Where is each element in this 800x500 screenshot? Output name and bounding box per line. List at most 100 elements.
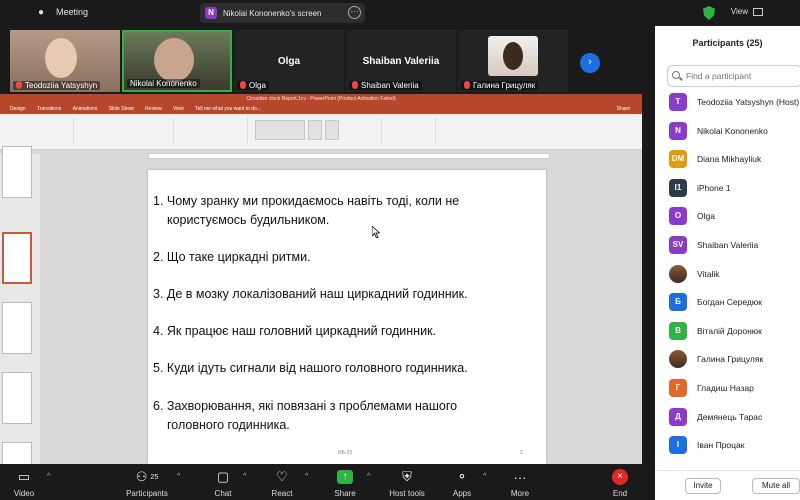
view-menu-button[interactable]: View <box>731 7 748 16</box>
more-button[interactable]: ··· More <box>505 464 535 499</box>
participant-face <box>154 38 194 82</box>
participant-name: Olga <box>697 211 715 222</box>
apps-button[interactable]: ⚬ Apps <box>447 464 477 498</box>
video-tile[interactable]: Shaiban Valeriia Shaiban Valeriia <box>346 30 456 92</box>
end-meeting-button[interactable]: × End <box>605 464 635 498</box>
ribbon-group-paragraph <box>178 118 248 144</box>
next-page-arrow-icon[interactable]: › <box>580 53 600 73</box>
host-tools-button[interactable]: ⛨ Host tools <box>384 464 430 498</box>
participant-name: iPhone 1 <box>697 182 731 193</box>
slide-thumbnail[interactable] <box>2 302 32 354</box>
participant-row[interactable]: Галина Грицуляк <box>655 346 800 374</box>
mute-all-button[interactable]: Mute all <box>752 478 800 494</box>
share-screen-button[interactable]: ↑ Share <box>330 464 360 498</box>
participant-name: Демянець Тарас <box>697 411 763 422</box>
more-label: More <box>510 489 530 498</box>
top-right-controls: View <box>655 0 800 26</box>
react-options-caret[interactable]: ^ <box>305 473 308 480</box>
invite-button[interactable]: Invite <box>685 478 721 494</box>
video-tile[interactable]: Галина Грицуляк <box>458 30 568 92</box>
ppt-tab[interactable]: Design <box>10 106 26 112</box>
mic-muted-icon <box>464 81 470 89</box>
participants-panel: Participants (25) T Teodoziia Yatsyshyn (… <box>655 26 800 500</box>
mouse-cursor-icon <box>372 226 380 238</box>
participant-row[interactable]: Vitalik <box>655 261 800 289</box>
sharer-avatar: N <box>205 7 217 19</box>
chat-button[interactable]: ▢ Chat <box>208 464 238 498</box>
tile-name: Галина Грицуляк <box>461 81 539 90</box>
slide-text-line: 1. Чому зранку ми прокидаємось навіть то… <box>153 194 460 208</box>
participant-name: Vitalik <box>697 268 720 279</box>
participant-avatar: O <box>669 207 687 226</box>
ppt-tab[interactable]: Transitions <box>37 106 61 112</box>
ppt-share-button[interactable]: Share <box>617 104 630 114</box>
ellipsis-icon: ··· <box>513 469 527 485</box>
ppt-tab[interactable]: Review <box>145 106 161 112</box>
ribbon-group-font <box>78 118 174 144</box>
quick-styles-button[interactable] <box>325 120 339 140</box>
video-tile-active-speaker[interactable]: Nikolai Kononenko <box>122 30 232 92</box>
slide-thumbnails-pane <box>0 146 40 464</box>
security-shield-icon[interactable] <box>703 6 715 20</box>
participant-name: Іван Процак <box>697 440 745 451</box>
slide-thumbnail[interactable] <box>2 146 32 198</box>
share-options-icon[interactable]: ··· <box>348 6 361 19</box>
react-button[interactable]: ♡ React <box>267 464 297 498</box>
apps-options-caret[interactable]: ^ <box>483 473 486 480</box>
search-icon <box>672 71 680 79</box>
participants-button[interactable]: ⚇ 25 Participants <box>120 464 174 498</box>
video-label: Video <box>13 489 35 498</box>
video-button[interactable]: ▭ Video <box>6 464 42 498</box>
participant-row[interactable]: І Іван Процак <box>655 432 800 460</box>
participant-avatar: SV <box>669 236 687 254</box>
participant-row[interactable]: O Olga <box>655 203 800 231</box>
participant-avatar: Г <box>669 379 687 397</box>
participant-row[interactable]: T Teodoziia Yatsyshyn (Host) <box>655 89 800 117</box>
slide-thumbnail[interactable] <box>2 442 32 464</box>
shapes-gallery[interactable] <box>255 120 305 140</box>
apps-label: Apps <box>452 489 472 498</box>
profile-photo <box>488 36 538 76</box>
participant-row[interactable]: Г Гладиш Назар <box>655 375 800 403</box>
participant-search-input[interactable] <box>667 65 800 87</box>
participant-avatar: N <box>669 121 687 140</box>
participant-name: Teodoziia Yatsyshyn (Host) <box>697 97 800 107</box>
mic-muted-icon <box>240 81 246 89</box>
ppt-tab[interactable]: Slide Show <box>109 106 134 112</box>
participant-avatar: DM <box>669 150 687 169</box>
slide-text-line: 5. Куди ідуть сигнали від нашого головно… <box>153 361 468 375</box>
participant-row[interactable]: N Nikolai Kononenko <box>655 118 800 146</box>
participant-avatar: І <box>669 436 687 455</box>
screen-share-indicator[interactable]: N Nikolai Kononenko's screen ··· <box>200 3 365 23</box>
participant-name: Diana Mikhayliuk <box>697 154 762 165</box>
participants-panel-title: Participants (25) <box>692 38 763 48</box>
share-options-caret[interactable]: ^ <box>367 473 370 480</box>
ppt-tell-me[interactable]: Tell me what you want to do... <box>195 106 261 112</box>
participant-row[interactable]: Б Богдан Середюк <box>655 289 800 317</box>
participant-row[interactable]: DM Diana Mikhayliuk <box>655 146 800 174</box>
participant-row[interactable]: SV Shaiban Valeriia <box>655 232 800 260</box>
participant-row[interactable]: Д Демянець Тарас <box>655 404 800 432</box>
video-tile[interactable]: Olga Olga <box>234 30 344 92</box>
participant-row[interactable]: В Віталій Доронюк <box>655 318 800 346</box>
slide-thumbnail[interactable] <box>2 372 32 424</box>
video-tile[interactable]: Teodoziia Yatsyshyn <box>10 30 120 92</box>
screen-share-label: Nikolai Kononenko's screen <box>223 8 322 18</box>
participants-options-caret[interactable]: ^ <box>177 473 180 480</box>
ppt-tab[interactable]: Animations <box>73 106 98 112</box>
mic-muted-icon <box>352 81 358 89</box>
view-grid-icon[interactable] <box>753 8 763 16</box>
slide-canvas[interactable]: 1. Чому зранку ми прокидаємось навіть то… <box>148 170 546 464</box>
heart-icon: ♡ <box>276 469 288 484</box>
ppt-tab[interactable]: View <box>173 106 184 112</box>
slide-thumbnail-selected[interactable] <box>2 232 32 284</box>
video-options-caret[interactable]: ^ <box>47 473 50 480</box>
tile-display-name: Olga <box>277 56 301 67</box>
slide-text-line: 3. Де в мозку локалізований наш циркадни… <box>153 287 468 301</box>
chat-options-caret[interactable]: ^ <box>243 473 246 480</box>
horizontal-ruler <box>148 153 550 159</box>
video-strip: Teodoziia Yatsyshyn Nikolai Kononenko Ol… <box>0 26 655 94</box>
arrange-button[interactable] <box>308 120 322 140</box>
participant-row[interactable]: I1 iPhone 1 <box>655 175 800 203</box>
tile-display-name: Shaiban Valeriia <box>362 56 440 67</box>
